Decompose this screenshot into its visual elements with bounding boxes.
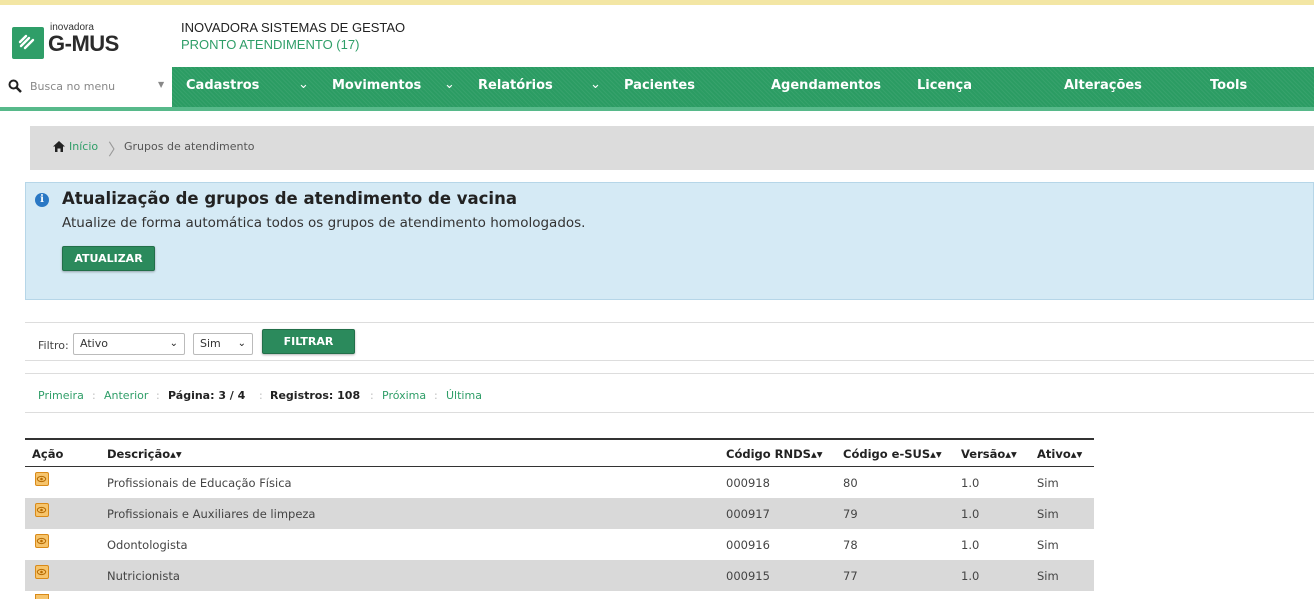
pager-first[interactable]: Primeira [38, 389, 84, 402]
search-icon [8, 79, 22, 93]
filter-value-text: Sim [200, 337, 221, 350]
breadcrumb: Início 〉 Grupos de atendimento [30, 126, 1314, 170]
info-icon: i [35, 193, 49, 207]
pager-last[interactable]: Última [446, 389, 482, 402]
cell-descricao: Profissionais e Auxiliares de limpeza [107, 507, 316, 521]
col-rnds-sort[interactable]: Código RNDS▴▾ [726, 447, 823, 461]
cell-versao: 1.0 [961, 476, 980, 490]
logo-icon [12, 27, 44, 59]
home-icon[interactable] [53, 141, 65, 152]
filter-field-select[interactable]: Ativo ⌄ [73, 333, 185, 355]
menu-movimentos[interactable]: Movimentos [332, 67, 421, 107]
cell-ativo: Sim [1037, 569, 1059, 583]
col-ativo-sort[interactable]: Ativo▴▾ [1037, 447, 1082, 461]
breadcrumb-separator: 〉 [108, 140, 125, 159]
menu-licenca[interactable]: Licença [917, 67, 972, 107]
filter-button[interactable]: FILTRAR [262, 329, 355, 354]
chevron-down-icon: ⌄ [169, 338, 178, 349]
filter-label: Filtro: [38, 339, 69, 352]
app-header: inovadora G-MUS INOVADORA SISTEMAS DE GE… [0, 5, 1314, 63]
menu-relatorios[interactable]: Relatórios [478, 67, 553, 107]
breadcrumb-home-link[interactable]: Início [69, 140, 98, 153]
col-esus-sort[interactable]: Código e-SUS▴▾ [843, 447, 942, 461]
cell-esus: 79 [843, 507, 858, 521]
info-panel: i Atualização de grupos de atendimento d… [25, 182, 1314, 300]
cell-rnds: 000917 [726, 507, 770, 521]
view-icon[interactable] [35, 565, 49, 579]
pager-page: Página: 3 / 4 [168, 389, 246, 402]
menu-alteracoes[interactable]: Alterações [1064, 67, 1142, 107]
search-dropdown-caret-icon[interactable]: ▼ [158, 80, 164, 89]
menu-bar-border [0, 107, 1314, 111]
view-icon[interactable] [35, 472, 49, 486]
filter-field-value: Ativo [80, 337, 108, 350]
pagination: Primeira : Anterior : Página: 3 / 4 : Re… [25, 373, 1314, 413]
update-button[interactable]: ATUALIZAR [62, 246, 155, 271]
chevron-down-icon[interactable]: ⌄ [590, 67, 601, 107]
menu-search-input[interactable] [30, 75, 152, 97]
menu-search: ▼ [0, 67, 172, 107]
view-icon[interactable] [35, 594, 49, 599]
chevron-down-icon[interactable]: ⌄ [298, 67, 309, 107]
col-versao-sort[interactable]: Versão▴▾ [961, 447, 1017, 461]
cell-versao: 1.0 [961, 507, 980, 521]
cell-descricao: Profissionais de Educação Física [107, 476, 292, 490]
module-name: PRONTO ATENDIMENTO (17) [181, 37, 360, 52]
company-name: INOVADORA SISTEMAS DE GESTAO [181, 20, 406, 35]
cell-versao: 1.0 [961, 569, 980, 583]
filter-value-select[interactable]: Sim ⌄ [193, 333, 253, 355]
cell-descricao: Nutricionista [107, 569, 180, 583]
cell-rnds: 000918 [726, 476, 770, 490]
table-row: Profissionais de Educação Física 000918 … [25, 467, 1094, 498]
logo-text: G-MUS [48, 31, 119, 56]
view-icon[interactable] [35, 503, 49, 517]
chevron-down-icon[interactable]: ⌄ [444, 67, 455, 107]
cell-esus: 80 [843, 476, 858, 490]
cell-ativo: Sim [1037, 476, 1059, 490]
cell-ativo: Sim [1037, 507, 1059, 521]
cell-descricao: Odontologista [107, 538, 188, 552]
table-row: Odontologista 000916 78 1.0 Sim [25, 529, 1094, 560]
menu-cadastros[interactable]: Cadastros [186, 67, 259, 107]
table-header: Ação Descrição▴▾ Código RNDS▴▾ Código e-… [25, 438, 1094, 467]
cell-versao: 1.0 [961, 538, 980, 552]
cell-esus: 78 [843, 538, 858, 552]
info-text: Atualize de forma automática todos os gr… [62, 215, 586, 231]
pager-separator: : [259, 389, 263, 402]
pager-separator: : [370, 389, 374, 402]
pager-next[interactable]: Próxima [382, 389, 426, 402]
pager-separator: : [92, 389, 96, 402]
chevron-down-icon: ⌄ [237, 338, 246, 349]
menu-agendamentos[interactable]: Agendamentos [771, 67, 881, 107]
pager-separator: : [434, 389, 438, 402]
pager-records: Registros: 108 [270, 389, 361, 402]
cell-rnds: 000916 [726, 538, 770, 552]
table-row: Profissionais e Auxiliares de limpeza 00… [25, 498, 1094, 529]
table-row: Nutricionista 000915 77 1.0 Sim [25, 560, 1094, 591]
pager-separator: : [156, 389, 160, 402]
main-menu-bar: ▼ Cadastros ⌄ Movimentos ⌄ Relatórios ⌄ … [0, 67, 1314, 107]
breadcrumb-current: Grupos de atendimento [124, 140, 255, 153]
col-acao: Ação [32, 447, 64, 461]
col-descricao-sort[interactable]: Descrição▴▾ [107, 447, 182, 461]
view-icon[interactable] [35, 534, 49, 548]
info-title: Atualização de grupos de atendimento de … [62, 189, 517, 208]
cell-ativo: Sim [1037, 538, 1059, 552]
pager-prev[interactable]: Anterior [104, 389, 148, 402]
menu-tools[interactable]: Tools [1210, 67, 1247, 107]
filter-bar: Filtro: Ativo ⌄ Sim ⌄ FILTRAR [25, 322, 1314, 361]
cell-esus: 77 [843, 569, 858, 583]
menu-pacientes[interactable]: Pacientes [624, 67, 695, 107]
cell-rnds: 000915 [726, 569, 770, 583]
